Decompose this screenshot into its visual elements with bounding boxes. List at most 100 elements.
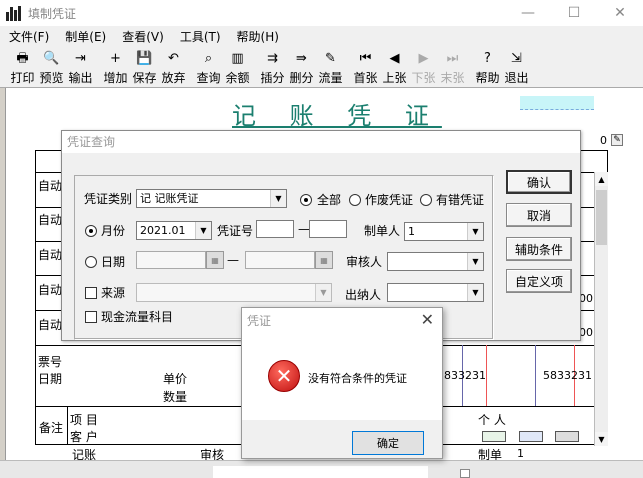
voucher-type-value: 记 记账凭证	[140, 192, 199, 205]
toolbar-label: 下张	[411, 71, 436, 85]
row-summary[interactable]: 自动	[38, 316, 62, 333]
binoculars-icon: ⌕	[204, 51, 213, 66]
source-label: 来源	[101, 286, 126, 300]
close-icon[interactable]: ✕	[421, 310, 434, 329]
calendar-icon[interactable]: ▦	[206, 251, 224, 269]
toolbar-label: 输出	[68, 71, 93, 85]
toolbar-button-5[interactable]: ↶ 放弃	[159, 46, 188, 86]
status-checkbox[interactable]	[460, 469, 470, 478]
toolbar-button-3[interactable]: + 增加	[101, 46, 130, 86]
dialog-title: 凭证查询	[62, 131, 580, 153]
menu-edit[interactable]: 制单(E)	[56, 28, 113, 45]
help-icon: ?	[484, 51, 491, 66]
maximize-button[interactable]: ☐	[551, 0, 597, 26]
toolbar-button-12[interactable]: ◀ 上张	[380, 46, 409, 86]
voucher-no-from[interactable]	[256, 220, 294, 238]
ok-button[interactable]: 确定	[352, 431, 424, 455]
maker-select[interactable]: 1 ▼	[404, 222, 484, 241]
toolbar-button-1[interactable]: 🔍 预览	[37, 46, 66, 86]
toolbar-button-11[interactable]: ⏮ 首张	[351, 46, 380, 86]
radio-month[interactable]	[85, 225, 97, 237]
toolbar-label: 余额	[225, 71, 250, 85]
aux-conditions-button[interactable]: 辅助条件	[506, 237, 572, 261]
prev-icon: ◀	[389, 51, 400, 66]
message-text: 没有符合条件的凭证	[308, 372, 407, 385]
radio-all[interactable]	[300, 194, 312, 206]
row-summary[interactable]: 自动	[38, 211, 62, 228]
radio-month-label: 月份	[101, 224, 126, 238]
radio-void[interactable]	[349, 194, 361, 206]
row-amount: 00	[579, 292, 593, 305]
calendar-icon[interactable]: ▦	[315, 251, 333, 269]
aux-icon-1[interactable]	[482, 431, 506, 442]
voucher-edit-icon[interactable]: ✎	[611, 134, 623, 146]
scroll-up-icon[interactable]: ▲	[595, 172, 608, 186]
month-value: 2021.01	[140, 224, 186, 237]
aux-icon-3[interactable]	[555, 431, 579, 442]
preview-icon: 🔍	[43, 51, 60, 66]
voucher-scrollbar[interactable]: ▲ ▼	[594, 172, 608, 446]
app-icon	[6, 5, 22, 21]
toolbar-button-0[interactable]: 🖶 打印	[8, 46, 37, 86]
radio-date-label: 日期	[101, 255, 126, 269]
undo-icon: ↶	[168, 51, 179, 66]
toolbar-button-9[interactable]: ⇛ 删分	[287, 46, 316, 86]
toolbar-button-16[interactable]: ⇲ 退出	[502, 46, 531, 86]
minimize-button[interactable]: —	[505, 0, 551, 26]
voucher-no-to[interactable]	[309, 220, 347, 238]
left-ruler	[0, 88, 6, 478]
confirm-button[interactable]: 确认	[506, 170, 572, 194]
toolbar-label: 打印	[10, 71, 35, 85]
toolbar-label: 首张	[353, 71, 378, 85]
row-summary[interactable]: 自动	[38, 246, 62, 263]
source-checkbox[interactable]	[85, 287, 97, 299]
month-select[interactable]: 2021.01 ▼	[136, 221, 212, 240]
voucher-attachments-field[interactable]	[520, 96, 594, 110]
cashflow-checkbox[interactable]	[85, 311, 97, 323]
menu-view[interactable]: 查看(V)	[113, 28, 171, 45]
custom-items-button[interactable]: 自定义项	[506, 269, 572, 293]
toolbar-label: 增加	[103, 71, 128, 85]
radio-error[interactable]	[420, 194, 432, 206]
radio-date[interactable]	[85, 256, 97, 268]
toolbar-button-4[interactable]: 💾 保存	[130, 46, 159, 86]
toolbar-label: 上张	[382, 71, 407, 85]
toolbar-button-8[interactable]: ⇉ 插分	[258, 46, 287, 86]
menu-tools[interactable]: 工具(T)	[171, 28, 228, 45]
source-select[interactable]: ▼	[136, 283, 332, 302]
remark-label: 备注	[39, 421, 64, 435]
toolbar-button-14[interactable]: ⏭ 末张	[438, 46, 467, 86]
row-summary[interactable]: 自动	[38, 281, 62, 298]
printer-icon: 🖶	[16, 51, 29, 66]
toolbar-button-7[interactable]: ▥ 余额	[223, 46, 252, 86]
toolbar-button-10[interactable]: ✎ 流量	[316, 46, 345, 86]
close-button[interactable]: ✕	[597, 0, 643, 26]
cancel-button[interactable]: 取消	[506, 203, 572, 227]
grid-line	[486, 345, 487, 406]
toolbar-button-13[interactable]: ▶ 下张	[409, 46, 438, 86]
toolbar-label: 流量	[318, 71, 343, 85]
cashier-select[interactable]: ▼	[387, 283, 484, 302]
menu-bar: 文件(F) 制单(E) 查看(V) 工具(T) 帮助(H)	[0, 26, 643, 46]
menu-file[interactable]: 文件(F)	[0, 28, 56, 45]
chevron-down-icon: ▼	[315, 284, 331, 301]
chevron-down-icon: ▼	[467, 223, 483, 240]
aux-icon-2[interactable]	[519, 431, 543, 442]
scroll-thumb[interactable]	[596, 190, 607, 245]
credit-total: 5833231	[543, 369, 592, 382]
date-to-input[interactable]	[245, 251, 315, 269]
reviewer-select[interactable]: ▼	[387, 252, 484, 271]
customer-label: 客 户	[70, 430, 98, 444]
add-icon: +	[110, 51, 121, 66]
menu-help[interactable]: 帮助(H)	[228, 28, 286, 45]
scroll-down-icon[interactable]: ▼	[595, 432, 608, 446]
date-from-input[interactable]	[136, 251, 206, 269]
toolbar-button-15[interactable]: ? 帮助	[473, 46, 502, 86]
grid-line	[67, 406, 68, 445]
toolbar-button-6[interactable]: ⌕ 查询	[194, 46, 223, 86]
balance-chart-icon: ▥	[231, 51, 244, 66]
toolbar-label: 放弃	[161, 71, 186, 85]
row-summary[interactable]: 自动	[38, 177, 62, 194]
toolbar-button-2[interactable]: ⇥ 输出	[66, 46, 95, 86]
voucher-type-select[interactable]: 记 记账凭证 ▼	[136, 189, 287, 208]
